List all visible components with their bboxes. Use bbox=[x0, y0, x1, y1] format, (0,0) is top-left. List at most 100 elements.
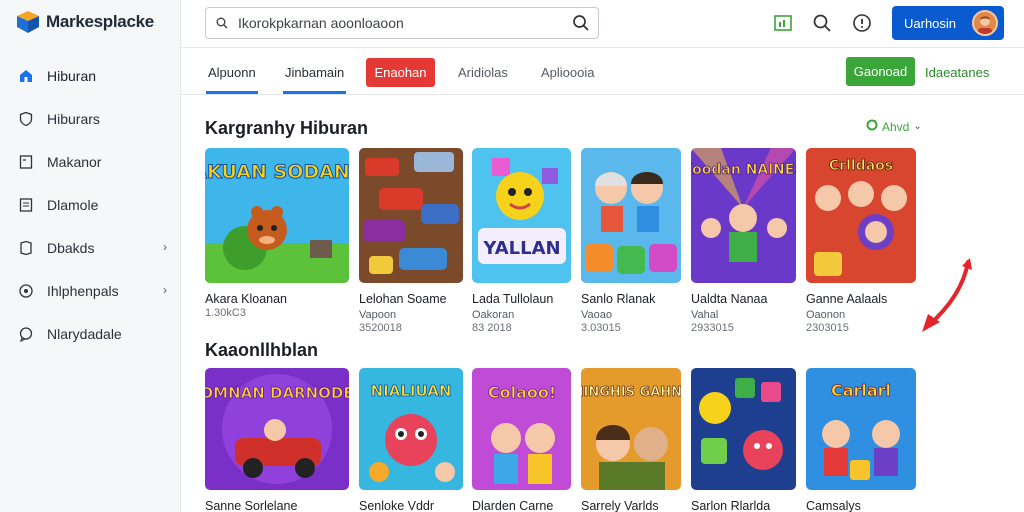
card-title: Sarlon Rlarlda bbox=[691, 499, 771, 512]
card-title: Ualdta Nanaa bbox=[691, 292, 768, 306]
sidebar-nav: Hiburan Hiburars Makanor Dlamole Dbakds … bbox=[0, 54, 181, 355]
game-card[interactable]: KAKUAN SODANES Akara Kloanan 1.30kC3 bbox=[205, 148, 349, 319]
card-subtitle: Oaonon bbox=[806, 309, 846, 321]
sidebar-item-label: Dlamole bbox=[47, 196, 99, 213]
game-card[interactable]: NIALIUAN Senloke Vddr bbox=[359, 368, 463, 512]
card-title: Lada Tullolaun bbox=[472, 292, 554, 306]
list-icon bbox=[17, 196, 35, 214]
chart-icon[interactable] bbox=[772, 12, 794, 34]
section-title: Kargranhy Hiburan bbox=[205, 118, 369, 138]
card-title: Akara Kloanan bbox=[205, 292, 288, 306]
game-thumbnail[interactable]: Carlarl bbox=[806, 368, 916, 490]
game-thumbnail[interactable] bbox=[691, 368, 796, 490]
thumbnail-art-text: YALLAN bbox=[482, 238, 560, 259]
sidebar-item-hiburan[interactable]: Hiburan bbox=[0, 54, 181, 97]
game-card[interactable]: Sarlon Rlarlda bbox=[691, 368, 796, 512]
game-card[interactable]: Lelohan Soame Vapoon 3520018 bbox=[359, 148, 463, 334]
sidebar-item-dbakds[interactable]: Dbakds › bbox=[0, 226, 181, 269]
filter-label: Ahvd bbox=[882, 119, 910, 134]
green-link[interactable]: Idaeatanes bbox=[925, 65, 989, 80]
sidebar-item-label: Hiburars bbox=[47, 110, 100, 127]
card-meta: 3.03015 bbox=[581, 322, 621, 334]
search-input[interactable] bbox=[238, 15, 564, 31]
tab-aridiolas[interactable]: Aridiolas bbox=[458, 65, 508, 80]
card-subtitle: Vapoon bbox=[359, 309, 397, 321]
card-title: Camsalys bbox=[806, 499, 861, 512]
logo[interactable]: Markesplacke bbox=[16, 8, 154, 36]
game-card[interactable]: Carlarl Camsalys bbox=[806, 368, 916, 512]
game-card[interactable]: Sanlo Rlanak Vaoao 3.03015 bbox=[581, 148, 681, 334]
section-title: Kaaonllhblan bbox=[205, 340, 319, 360]
game-thumbnail[interactable] bbox=[581, 148, 681, 283]
card-title: Lelohan Soame bbox=[359, 292, 447, 306]
section-filter[interactable]: Ahvd ⌄ bbox=[866, 119, 922, 134]
card-title: Ganne Aalaals bbox=[806, 292, 888, 306]
sidebar-item-hiburars[interactable]: Hiburars bbox=[0, 97, 181, 140]
top-bar: Uarhosin bbox=[181, 0, 1024, 48]
card-title: Sanlo Rlanak bbox=[581, 292, 656, 306]
thumbnail-art-text: NIALIUAN bbox=[371, 382, 452, 400]
card-title: Dlarden Carne bbox=[472, 499, 554, 512]
game-card[interactable]: MINGHIS GAHNS Sarrely Varlds bbox=[581, 368, 681, 512]
compass-icon bbox=[17, 282, 35, 300]
info-icon[interactable] bbox=[851, 12, 873, 34]
cube-logo-icon bbox=[16, 10, 40, 34]
game-thumbnail[interactable]: Colaoo! bbox=[472, 368, 571, 490]
avatar bbox=[972, 10, 998, 36]
thumbnail-art-text: MINGHIS GAHNS bbox=[581, 385, 681, 400]
sidebar-item-ihlphenpals[interactable]: Ihlphenpals › bbox=[0, 269, 181, 312]
shield-icon bbox=[17, 110, 35, 128]
game-card[interactable]: Colaoo! Dlarden Carne bbox=[472, 368, 571, 512]
game-thumbnail[interactable]: SOMNAN DARNODES bbox=[205, 368, 349, 490]
search-bar bbox=[205, 7, 599, 39]
game-thumbnail[interactable]: NIALIUAN bbox=[359, 368, 463, 490]
sidebar-item-label: Hiburan bbox=[47, 67, 97, 84]
game-thumbnail[interactable]: Crlldaos bbox=[806, 148, 916, 283]
thumbnail-art-text: Carlarl bbox=[831, 381, 891, 400]
sidebar-item-label: Ihlphenpals bbox=[47, 282, 119, 299]
game-card[interactable]: SOMNAN DARNODES Sanne Sorlelane bbox=[205, 368, 349, 512]
game-card[interactable]: Crlldaos Ganne Aalaals Oaonon 2303015 bbox=[806, 148, 916, 334]
card-title: Sanne Sorlelane bbox=[205, 499, 298, 512]
card-meta: 2303015 bbox=[806, 322, 849, 334]
game-thumbnail[interactable] bbox=[359, 148, 463, 283]
game-thumbnail[interactable]: YALLAN bbox=[472, 148, 571, 283]
tab-aplioooia[interactable]: Aplioooia bbox=[541, 65, 595, 80]
thumbnail-art-text: Crlldaos bbox=[829, 158, 893, 174]
sidebar-item-dlamole[interactable]: Dlamole bbox=[0, 183, 181, 226]
chevron-right-icon: › bbox=[163, 240, 167, 254]
green-action-button[interactable]: Gaonoad bbox=[846, 57, 915, 86]
game-thumbnail[interactable]: MINGHIS GAHNS bbox=[581, 368, 681, 490]
tabs-row: Alpuonn Jinbamain Enaohan Aridiolas Apli… bbox=[181, 48, 1024, 95]
card-meta: 3520018 bbox=[359, 322, 402, 334]
thumbnail-art-text: KAKUAN SODANES bbox=[205, 161, 349, 183]
tab-alpuonn[interactable]: Alpuonn bbox=[206, 65, 258, 94]
marketplace-app: Markesplacke Hiburan Hiburars Makanor Dl… bbox=[0, 0, 1024, 512]
search-prefix-icon bbox=[216, 16, 230, 30]
sidebar-item-makanor[interactable]: Makanor bbox=[0, 140, 181, 183]
thumbnail-art-text: Koodan NAlNES bbox=[691, 162, 796, 178]
search-icon[interactable] bbox=[564, 8, 598, 38]
game-card[interactable]: YALLAN Lada Tullolaun Oakoran 83 2018 bbox=[472, 148, 571, 334]
card-meta: 1.30kC3 bbox=[205, 307, 246, 319]
red-arrow-icon bbox=[918, 256, 976, 336]
game-card[interactable]: Koodan NAlNES Ualdta Nanaa Vahal 2933015 bbox=[691, 148, 796, 334]
game-thumbnail[interactable]: Koodan NAlNES bbox=[691, 148, 796, 283]
card-title: Sarrely Varlds bbox=[581, 499, 659, 512]
tab-jinbamain[interactable]: Jinbamain bbox=[282, 65, 347, 94]
sidebar: Markesplacke Hiburan Hiburars Makanor Dl… bbox=[0, 0, 181, 512]
logo-text: Markesplacke bbox=[46, 12, 154, 31]
tab-enaohan[interactable]: Enaohan bbox=[366, 58, 435, 87]
thumbnail-art-text: Colaoo! bbox=[488, 383, 556, 402]
magnifier-icon[interactable] bbox=[811, 12, 833, 34]
chevron-down-icon: ⌄ bbox=[913, 121, 922, 132]
account-label: Uarhosin bbox=[904, 15, 957, 31]
card-meta: 2933015 bbox=[691, 322, 734, 334]
sidebar-item-label: Dbakds bbox=[47, 239, 95, 256]
chat-icon bbox=[17, 325, 35, 343]
home-icon bbox=[17, 67, 35, 85]
sidebar-item-nlarydadale[interactable]: Nlarydadale bbox=[0, 312, 181, 355]
game-thumbnail[interactable]: KAKUAN SODANES bbox=[205, 148, 349, 283]
card-title: Senloke Vddr bbox=[359, 499, 435, 512]
account-button[interactable]: Uarhosin bbox=[892, 6, 1004, 40]
